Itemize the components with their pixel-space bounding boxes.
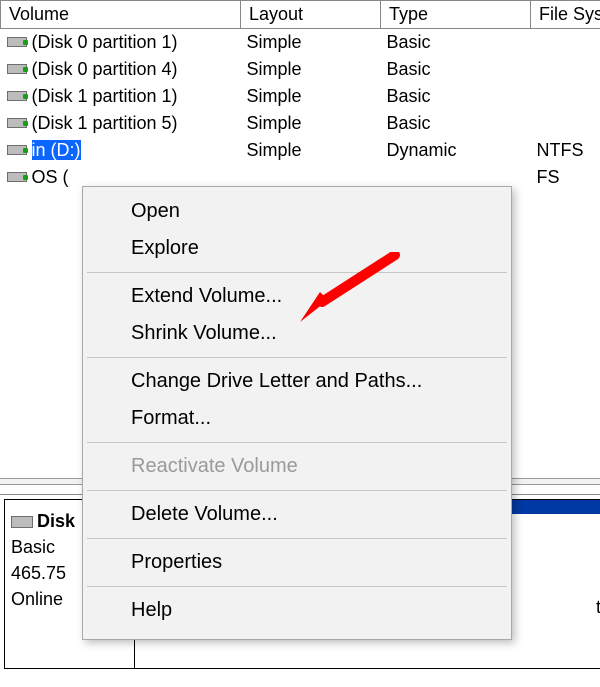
volume-label: (Disk 0 partition 4) [32,59,178,79]
volume-table: Volume Layout Type File Sys (Disk 0 part… [0,0,600,191]
menu-item-delete-volume[interactable]: Delete Volume... [83,496,511,533]
cell-layout: Simple [241,29,381,57]
cell-fs: FS [531,164,600,191]
cell-fs [531,56,600,83]
menu-separator [87,586,507,587]
menu-item-properties[interactable]: Properties [83,544,511,581]
cell-layout: Simple [241,137,381,164]
volume-icon [7,91,27,101]
menu-item-reactivate-volume: Reactivate Volume [83,448,511,485]
col-layout[interactable]: Layout [241,1,381,29]
table-row[interactable]: in (D:) SimpleDynamicNTFS [1,137,600,164]
col-type[interactable]: Type [381,1,531,29]
cell-type: Basic [381,56,531,83]
volume-icon [7,118,27,128]
disk-icon [11,516,33,528]
cell-fs: NTFS [531,137,600,164]
menu-separator [87,272,507,273]
menu-item-extend-volume[interactable]: Extend Volume... [83,278,511,315]
cell-fs [531,110,600,137]
menu-separator [87,442,507,443]
cell-type: Basic [381,29,531,57]
table-row[interactable]: (Disk 0 partition 1) SimpleBasic [1,29,600,57]
menu-item-open[interactable]: Open [83,193,511,230]
volume-label: OS ( [32,167,69,187]
volume-icon [7,64,27,74]
menu-separator [87,357,507,358]
menu-separator [87,490,507,491]
volume-icon [7,172,27,182]
volume-label: (Disk 1 partition 1) [32,86,178,106]
cell-layout: Simple [241,83,381,110]
menu-item-explore[interactable]: Explore [83,230,511,267]
menu-item-format[interactable]: Format... [83,400,511,437]
cell-fs [531,83,600,110]
volume-label: in (D:) [32,140,81,160]
volume-icon [7,37,27,47]
cell-layout: Simple [241,56,381,83]
table-row[interactable]: (Disk 0 partition 4) SimpleBasic [1,56,600,83]
disk-title: Disk [37,511,75,531]
menu-separator [87,538,507,539]
cell-type: Basic [381,83,531,110]
col-fs[interactable]: File Sys [531,1,600,29]
volume-label: (Disk 0 partition 1) [32,32,178,52]
menu-item-help[interactable]: Help [83,592,511,629]
cell-type: Basic [381,110,531,137]
volume-icon [7,145,27,155]
cell-type: Dynamic [381,137,531,164]
table-header-row: Volume Layout Type File Sys [1,1,600,29]
col-volume[interactable]: Volume [1,1,241,29]
menu-item-shrink-volume[interactable]: Shrink Volume... [83,315,511,352]
table-row[interactable]: (Disk 1 partition 1) SimpleBasic [1,83,600,110]
menu-item-change-drive-letter-and-paths[interactable]: Change Drive Letter and Paths... [83,363,511,400]
table-row[interactable]: (Disk 1 partition 5) SimpleBasic [1,110,600,137]
volume-context-menu: OpenExplore Extend Volume...Shrink Volume… [82,186,512,640]
cell-layout: Simple [241,110,381,137]
cell-fs [531,29,600,57]
volume-label: (Disk 1 partition 5) [32,113,178,133]
